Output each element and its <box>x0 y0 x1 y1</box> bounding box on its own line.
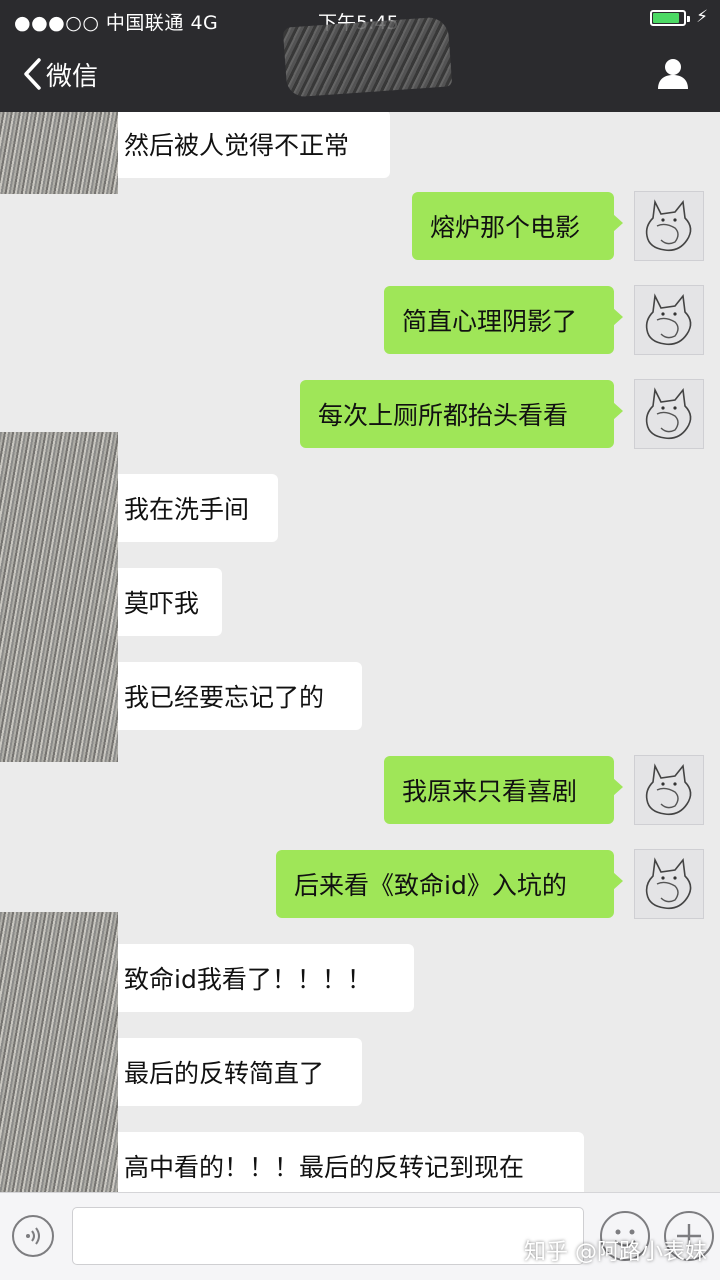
outgoing-message-bubble[interactable]: 每次上厕所都抬头看看 <box>300 380 623 448</box>
incoming-message-bubble[interactable]: 然后被人觉得不正常 <box>97 112 390 178</box>
incoming-message-bubble[interactable]: 我在洗手间 <box>97 474 278 542</box>
incoming-message-bubble[interactable]: 我已经要忘记了的 <box>97 662 362 730</box>
top-bar: ●●●○○ 中国联通 4G 下午5:45 ⚡ 微信 <box>0 0 720 112</box>
outgoing-message-bubble[interactable]: 后来看《致命id》入坑的 <box>276 850 623 918</box>
chat-info-button[interactable] <box>656 56 690 94</box>
my-avatar[interactable] <box>634 755 704 825</box>
redacted-contact-avatar <box>0 432 118 762</box>
watermark: 知乎 @阿路小表妹 <box>524 1240 707 1265</box>
outgoing-message-bubble[interactable]: 熔炉那个电影 <box>412 192 623 260</box>
carrier-signal: ●●●○○ 中国联通 4G <box>14 12 219 34</box>
person-icon <box>658 59 688 89</box>
avatar-sketch-icon <box>645 199 692 252</box>
outgoing-message-bubble[interactable]: 我原来只看喜剧 <box>384 756 623 824</box>
back-button[interactable]: 微信 <box>22 54 98 94</box>
my-avatar[interactable] <box>634 191 704 261</box>
battery-icon <box>650 10 690 26</box>
redacted-contact-avatar <box>0 912 118 1192</box>
chevron-left-icon <box>24 58 41 90</box>
incoming-message-bubble[interactable]: 致命id我看了！！！！ <box>97 944 414 1012</box>
redacted-contact-name <box>282 16 453 98</box>
avatar-sketch-icon <box>645 857 692 910</box>
my-avatar[interactable] <box>634 849 704 919</box>
chat-message-list[interactable]: 然后被人觉得不正常 熔炉那个电影简直心理阴影了每次上厕所都抬头看看 我在洗手间莫吓我… <box>0 112 720 1192</box>
my-avatar[interactable] <box>634 285 704 355</box>
message-input[interactable] <box>72 1207 584 1265</box>
my-avatar[interactable] <box>634 379 704 449</box>
incoming-message-bubble[interactable]: 高中看的！！！最后的反转记到现在 <box>97 1132 584 1192</box>
avatar-sketch-icon <box>645 387 692 440</box>
back-label: 微信 <box>46 61 99 92</box>
charging-icon: ⚡ <box>696 7 708 27</box>
incoming-message-bubble[interactable]: 最后的反转简直了 <box>97 1038 362 1106</box>
outgoing-message-bubble[interactable]: 简直心理阴影了 <box>384 286 623 354</box>
avatar-sketch-icon <box>645 293 692 346</box>
voice-button[interactable] <box>12 1215 54 1257</box>
voice-icon <box>26 1227 40 1245</box>
incoming-message-bubble[interactable]: 莫吓我 <box>97 568 222 636</box>
avatar-sketch-icon <box>645 763 692 816</box>
redacted-contact-avatar <box>0 112 118 194</box>
